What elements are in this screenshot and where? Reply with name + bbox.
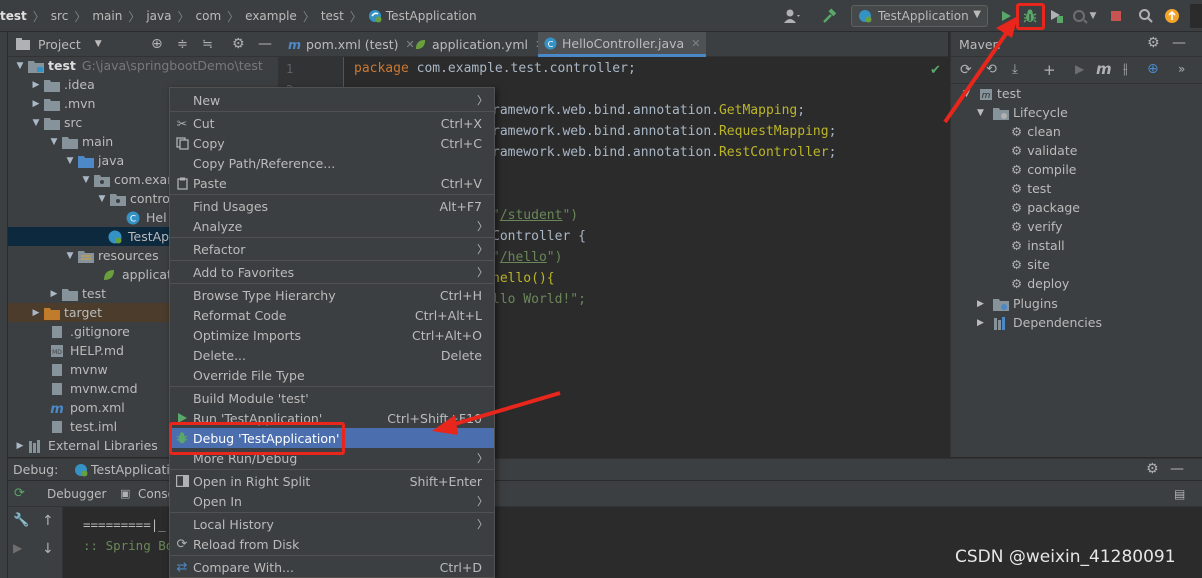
watermark: CSDN @weixin_41280091 bbox=[955, 547, 1176, 567]
annotation-arrowhead bbox=[432, 415, 458, 435]
annotation-arrow-line bbox=[447, 391, 561, 428]
annotation-arrowhead bbox=[996, 16, 1018, 38]
annotation-arrows bbox=[432, 16, 1018, 435]
annotation-arrow-line bbox=[943, 26, 1012, 124]
